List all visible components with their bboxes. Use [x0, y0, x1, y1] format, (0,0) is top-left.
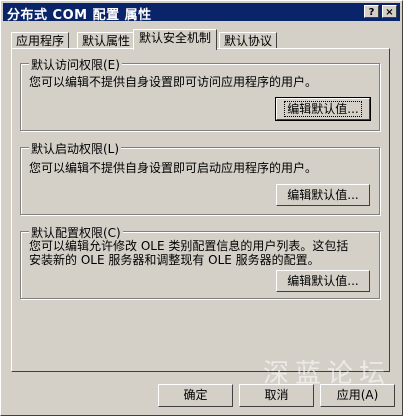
- button-label: 编辑默认值...: [284, 101, 362, 117]
- group-label: 默认启动权限(L): [29, 140, 122, 157]
- edit-default-configuration-button[interactable]: 编辑默认值...: [276, 270, 370, 292]
- edit-default-access-button[interactable]: 编辑默认值...: [275, 97, 371, 121]
- configuration-permissions-group: 默认配置权限(C) 您可以编辑允许修改 OLE 类别配置信息的用户列表。这包括 …: [20, 224, 380, 299]
- title-bar[interactable]: 分布式 COM 配置 属性 ? ×: [3, 3, 400, 23]
- ok-button[interactable]: 确定: [158, 384, 233, 407]
- access-permissions-group: 默认访问权限(E) 您可以编辑不提供自身设置即可访问应用程序的用户。 编辑默认值…: [20, 56, 380, 131]
- tab-default-protocols[interactable]: 默认协议: [219, 32, 278, 49]
- edit-default-launch-button[interactable]: 编辑默认值...: [276, 184, 370, 206]
- group-description: 您可以编辑不提供自身设置即可启动应用程序的用户。: [29, 161, 318, 175]
- group-description: 您可以编辑不提供自身设置即可访问应用程序的用户。: [29, 75, 318, 89]
- group-description-line-2: 安装新的 OLE 服务器和调整现有 OLE 服务器的配置。: [29, 253, 320, 267]
- help-button[interactable]: ?: [364, 5, 379, 18]
- tab-applications[interactable]: 应用程序: [11, 32, 70, 49]
- close-button[interactable]: ×: [382, 5, 397, 18]
- tab-panel: 默认访问权限(E) 您可以编辑不提供自身设置即可访问应用程序的用户。 编辑默认值…: [11, 48, 390, 372]
- tab-default-properties[interactable]: 默认属性: [77, 32, 136, 49]
- group-label: 默认访问权限(E): [29, 56, 122, 73]
- window-title: 分布式 COM 配置 属性: [7, 8, 152, 23]
- tab-default-security[interactable]: 默认安全机制: [133, 29, 218, 50]
- watermark: 深蓝论坛: [263, 359, 392, 389]
- properties-dialog: 分布式 COM 配置 属性 ? × 应用程序 默认属性 默认安全机制 默认协议 …: [0, 0, 403, 416]
- launch-permissions-group: 默认启动权限(L) 您可以编辑不提供自身设置即可启动应用程序的用户。 编辑默认值…: [20, 140, 380, 215]
